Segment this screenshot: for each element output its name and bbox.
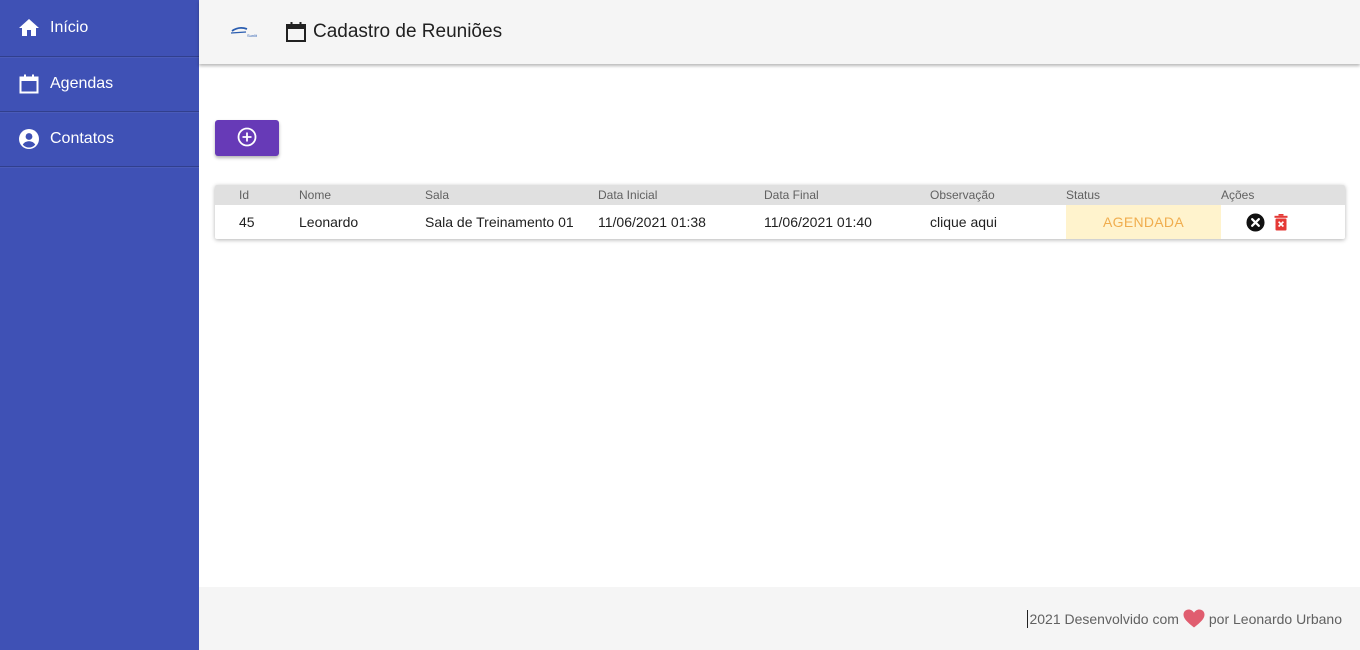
column-header-sala[interactable]: Sala (425, 185, 449, 205)
sidebar-item-agendas[interactable]: Agendas (0, 57, 199, 112)
cell-data-inicial: 11/06/2021 01:38 (598, 214, 706, 230)
sidebar-item-label: Início (50, 19, 89, 36)
column-header-id[interactable]: Id (239, 185, 249, 205)
delete-icon[interactable] (1271, 212, 1291, 232)
sidebar: Início Agendas Contatos (0, 0, 199, 650)
logo[interactable]: Sunlit (230, 25, 260, 39)
status-badge: AGENDADA (1066, 205, 1221, 239)
column-header-nome[interactable]: Nome (299, 185, 331, 205)
table-header: Id Nome Sala Data Inicial Data Final Obs… (215, 185, 1345, 205)
svg-text:Sunlit: Sunlit (247, 33, 258, 38)
text-caret (1027, 609, 1029, 628)
sidebar-item-label: Contatos (50, 130, 115, 147)
home-icon (19, 18, 39, 38)
column-header-observacao[interactable]: Observação (930, 185, 995, 205)
column-header-acoes: Ações (1221, 188, 1255, 202)
sidebar-item-inicio[interactable]: Início (0, 0, 199, 57)
row-actions (1245, 205, 1291, 239)
account-circle-icon (19, 129, 39, 149)
footer-text: 2021 Desenvolvido com (1029, 610, 1179, 627)
plus-circle-icon (237, 127, 257, 150)
sidebar-item-label: Agendas (50, 75, 114, 92)
cell-data-final: 11/06/2021 01:40 (764, 214, 872, 230)
cancel-icon[interactable] (1245, 212, 1265, 232)
footer-author: por Leonardo Urbano (1208, 610, 1342, 627)
heart-icon (1183, 609, 1205, 628)
sidebar-item-contatos[interactable]: Contatos (0, 112, 199, 167)
cell-sala: Sala de Treinamento 01 (425, 214, 574, 230)
cell-nome: Leonardo (299, 214, 359, 230)
calendar-icon (285, 21, 307, 43)
table-row[interactable]: 45 Leonardo Sala de Treinamento 01 11/06… (215, 205, 1345, 239)
column-header-status[interactable]: Status (1066, 185, 1100, 205)
cell-id: 45 (239, 214, 255, 230)
column-header-data-inicial[interactable]: Data Inicial (598, 185, 657, 205)
cell-observacao[interactable]: clique aqui (930, 205, 997, 239)
top-bar: Sunlit Cadastro de Reuniões (199, 0, 1360, 64)
meetings-table: Id Nome Sala Data Inicial Data Final Obs… (215, 185, 1345, 239)
page-title: Cadastro de Reuniões (313, 21, 503, 42)
column-header-data-final[interactable]: Data Final (764, 185, 819, 205)
footer: 2021 Desenvolvido com por Leonardo Urban… (199, 587, 1360, 650)
add-button[interactable] (215, 120, 279, 156)
calendar-icon (19, 74, 39, 94)
